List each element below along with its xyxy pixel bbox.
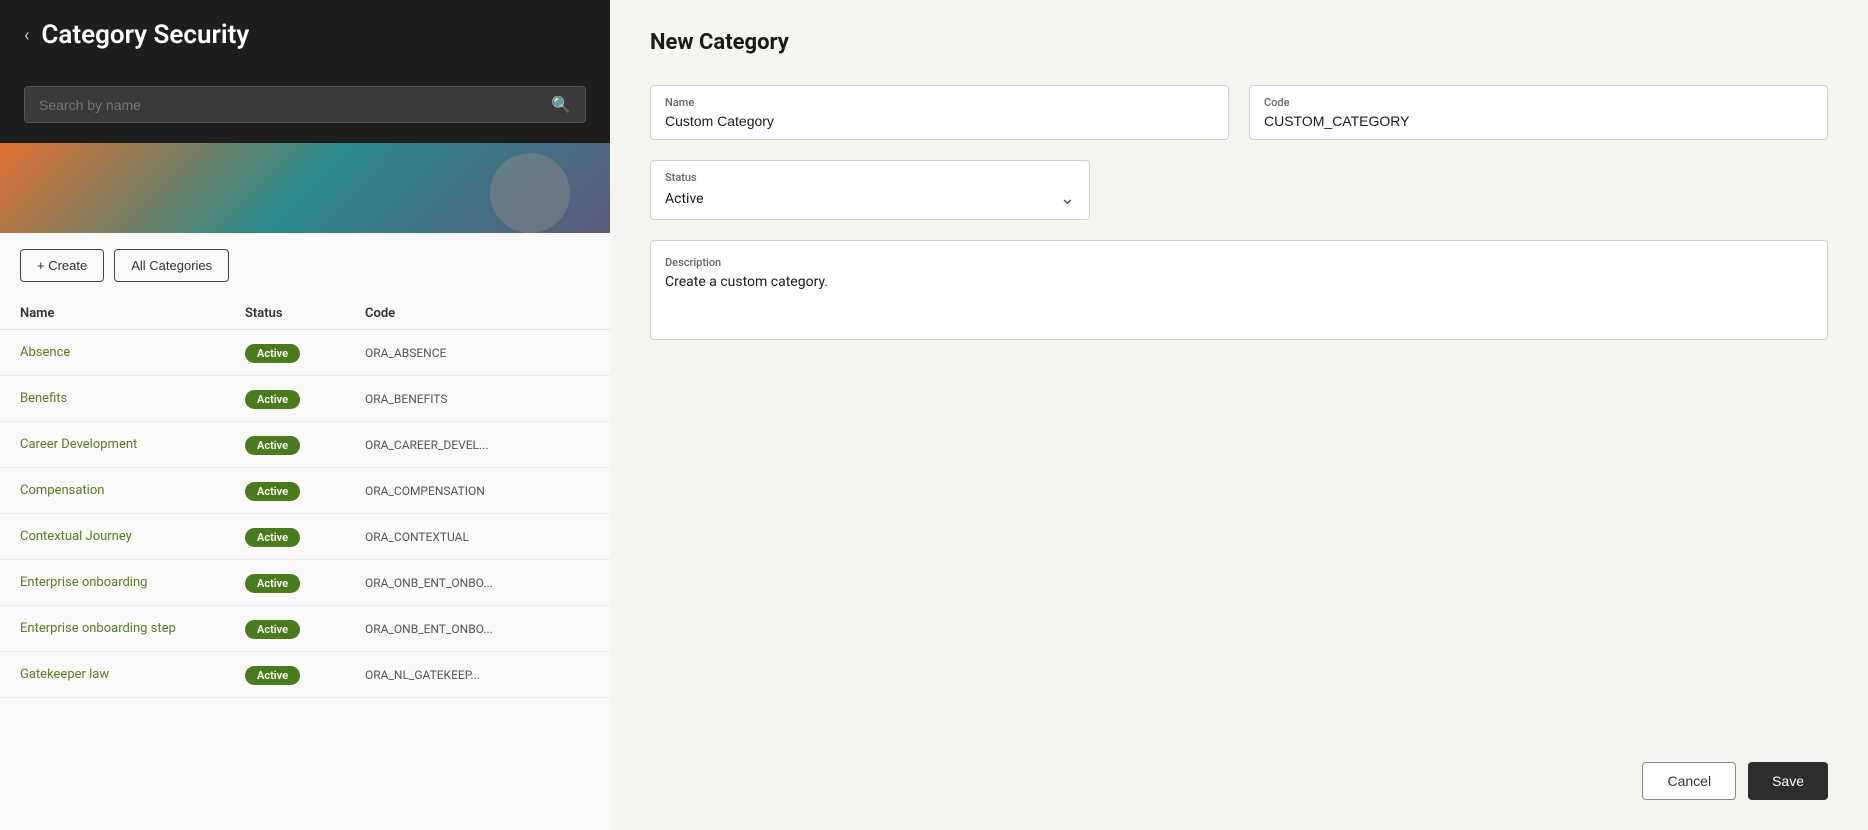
row-code: ORA_ONB_ENT_ONBO... bbox=[365, 622, 590, 636]
form-title: New Category bbox=[650, 30, 1828, 55]
row-name[interactable]: Career Development bbox=[20, 437, 245, 452]
row-name[interactable]: Enterprise onboarding bbox=[20, 575, 245, 590]
name-input[interactable] bbox=[665, 113, 1214, 129]
table-row[interactable]: Enterprise onboarding Active ORA_ONB_ENT… bbox=[0, 560, 610, 606]
status-field: Status Active ⌄ bbox=[650, 160, 1090, 220]
code-field: Code bbox=[1249, 85, 1828, 140]
description-field: Description Create a custom category. bbox=[650, 240, 1828, 340]
status-value: Active bbox=[665, 191, 704, 207]
right-panel: New Category Name Code Status Active ⌄ D… bbox=[610, 0, 1868, 830]
table-row[interactable]: Career Development Active ORA_CAREER_DEV… bbox=[0, 422, 610, 468]
page-title: Category Security bbox=[41, 20, 249, 50]
row-code: ORA_CAREER_DEVEL... bbox=[365, 438, 590, 452]
table-row[interactable]: Absence Active ORA_ABSENCE bbox=[0, 330, 610, 376]
left-panel: ‹ Category Security 🔍 + Create All Categ… bbox=[0, 0, 610, 830]
search-bar: 🔍 bbox=[24, 86, 586, 123]
row-code: ORA_ONB_ENT_ONBO... bbox=[365, 576, 590, 590]
col-header-code: Code bbox=[365, 306, 590, 321]
table-header: Name Status Code bbox=[0, 298, 610, 330]
code-input[interactable] bbox=[1264, 113, 1813, 129]
row-name[interactable]: Enterprise onboarding step bbox=[20, 621, 245, 636]
row-name[interactable]: Contextual Journey bbox=[20, 529, 245, 544]
status-badge: Active bbox=[245, 390, 300, 409]
status-badge: Active bbox=[245, 344, 300, 363]
row-code: ORA_CONTEXTUAL bbox=[365, 530, 590, 544]
table-row[interactable]: Compensation Active ORA_COMPENSATION bbox=[0, 468, 610, 514]
cancel-button[interactable]: Cancel bbox=[1642, 762, 1736, 800]
row-code: ORA_ABSENCE bbox=[365, 346, 590, 360]
status-label: Status bbox=[665, 171, 1075, 184]
status-badge: Active bbox=[245, 482, 300, 501]
name-code-row: Name Code bbox=[650, 85, 1828, 140]
banner-image bbox=[0, 143, 610, 233]
row-code: ORA_NL_GATEKEEP... bbox=[365, 668, 590, 682]
col-header-name: Name bbox=[20, 306, 245, 321]
row-name[interactable]: Gatekeeper law bbox=[20, 667, 245, 682]
search-input[interactable] bbox=[39, 97, 543, 113]
left-header: ‹ Category Security bbox=[0, 0, 610, 70]
row-code: ORA_BENEFITS bbox=[365, 392, 590, 406]
all-categories-button[interactable]: All Categories bbox=[114, 249, 229, 282]
status-badge: Active bbox=[245, 528, 300, 547]
search-icon: 🔍 bbox=[551, 95, 571, 114]
table-row[interactable]: Gatekeeper law Active ORA_NL_GATEKEEP... bbox=[0, 652, 610, 698]
table-row[interactable]: Contextual Journey Active ORA_CONTEXTUAL bbox=[0, 514, 610, 560]
description-label: Description bbox=[665, 256, 721, 269]
table-body: Absence Active ORA_ABSENCE Benefits Acti… bbox=[0, 330, 610, 830]
status-badge: Active bbox=[245, 574, 300, 593]
row-name[interactable]: Benefits bbox=[20, 391, 245, 406]
banner-avatar bbox=[490, 153, 570, 233]
status-select-row: Active ⌄ bbox=[665, 188, 1075, 209]
name-field: Name bbox=[650, 85, 1229, 140]
status-badge: Active bbox=[245, 436, 300, 455]
back-arrow-icon[interactable]: ‹ bbox=[24, 25, 29, 46]
save-button[interactable]: Save bbox=[1748, 762, 1828, 800]
row-name[interactable]: Compensation bbox=[20, 483, 245, 498]
row-name[interactable]: Absence bbox=[20, 345, 245, 360]
col-header-status: Status bbox=[245, 306, 365, 321]
status-row: Status Active ⌄ bbox=[650, 160, 1828, 220]
description-value[interactable]: Create a custom category. bbox=[665, 274, 1813, 290]
action-bar: + Create All Categories bbox=[0, 233, 610, 298]
status-badge: Active bbox=[245, 666, 300, 685]
form-actions: Cancel Save bbox=[650, 742, 1828, 800]
table-row[interactable]: Enterprise onboarding step Active ORA_ON… bbox=[0, 606, 610, 652]
chevron-down-icon[interactable]: ⌄ bbox=[1060, 188, 1075, 209]
table-row[interactable]: Benefits Active ORA_BENEFITS bbox=[0, 376, 610, 422]
status-badge: Active bbox=[245, 620, 300, 639]
row-code: ORA_COMPENSATION bbox=[365, 484, 590, 498]
code-label: Code bbox=[1264, 96, 1813, 109]
name-label: Name bbox=[665, 96, 1214, 109]
create-button[interactable]: + Create bbox=[20, 249, 104, 282]
search-bar-container: 🔍 bbox=[0, 70, 610, 143]
left-content: + Create All Categories Name Status Code… bbox=[0, 233, 610, 830]
